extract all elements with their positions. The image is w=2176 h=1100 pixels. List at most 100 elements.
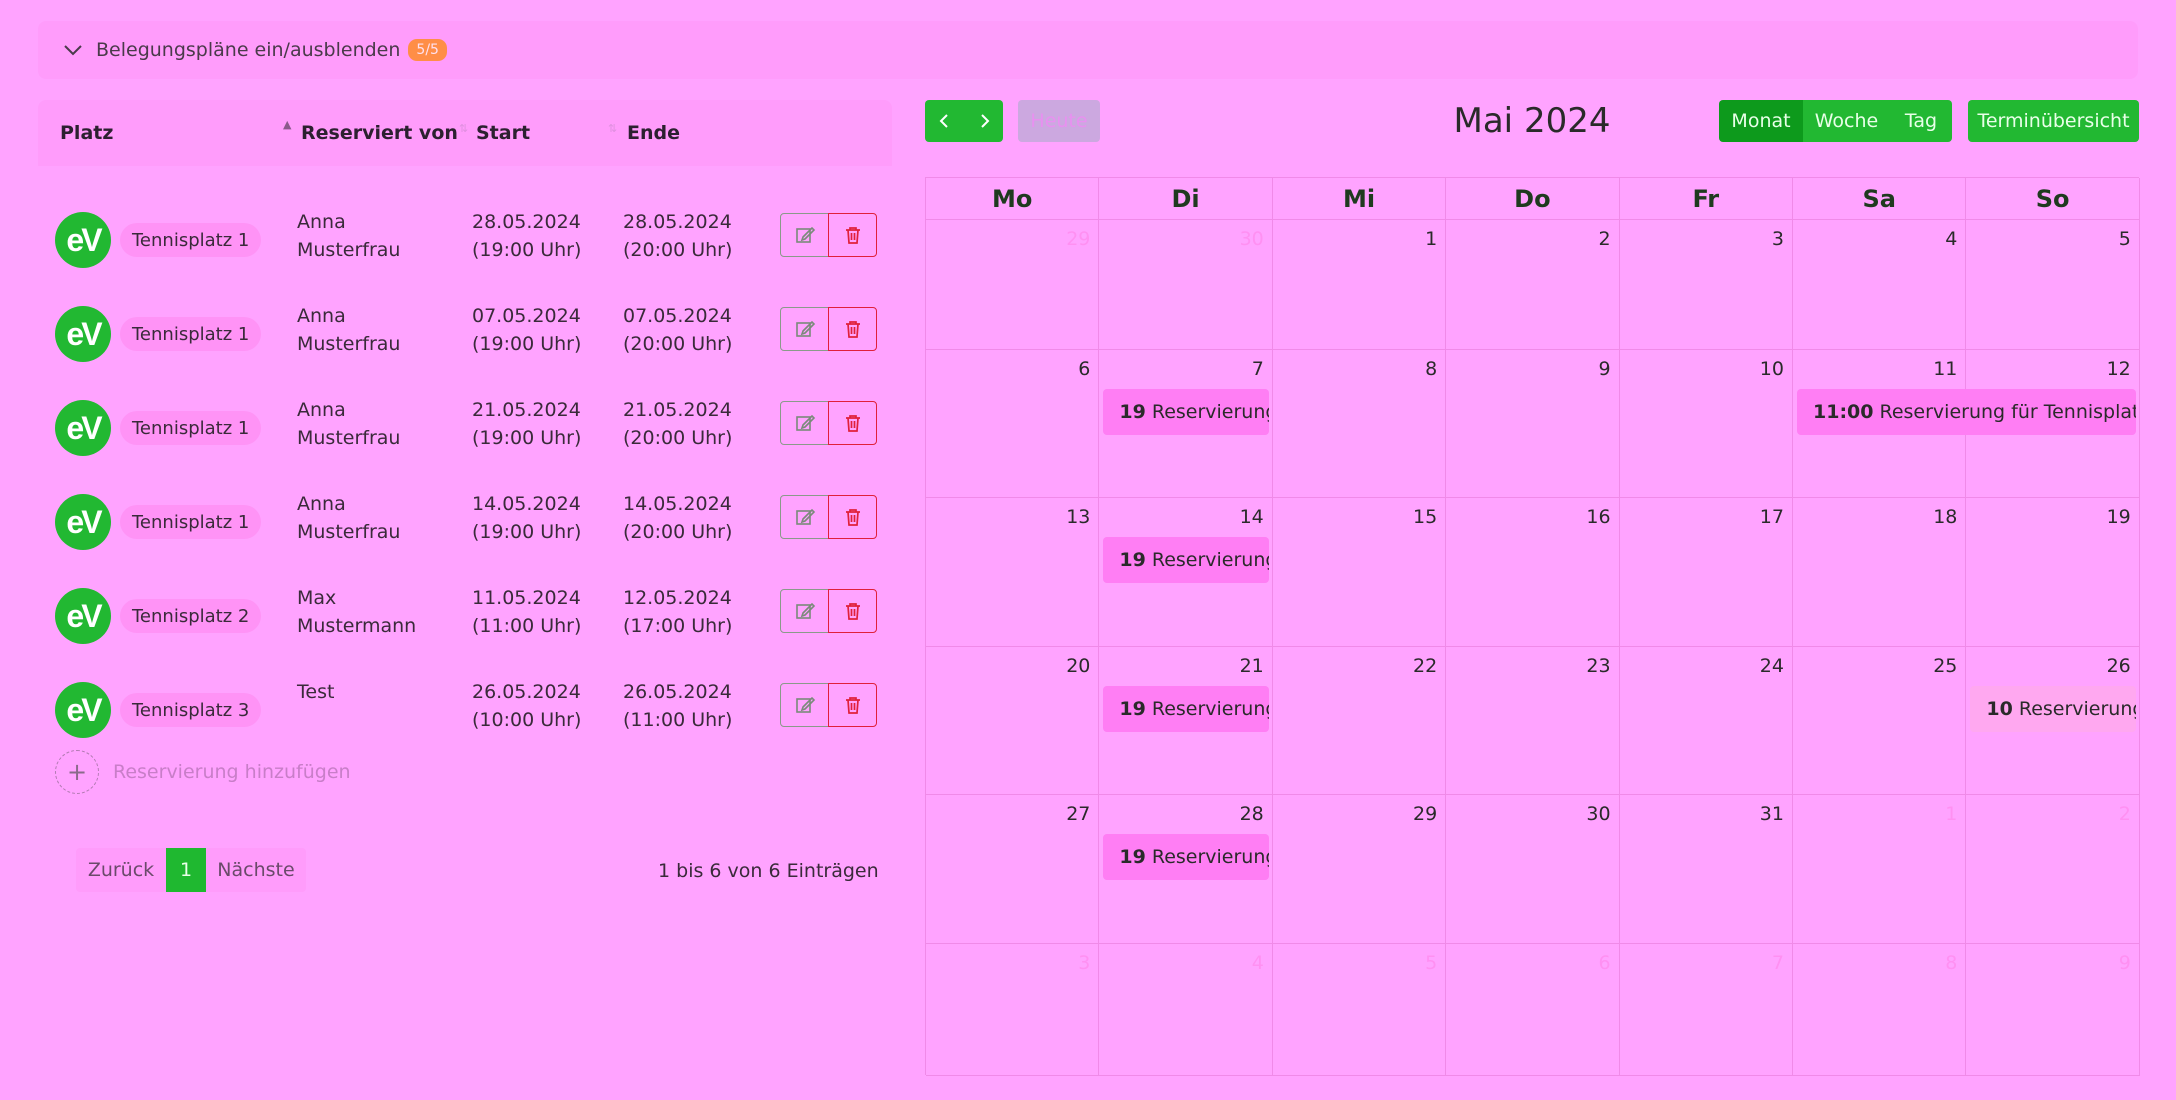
calendar-day[interactable]: 5 [1966, 220, 2140, 350]
calendar-event[interactable]: 19 Reservierung [1103, 686, 1269, 732]
day-number[interactable]: 31 [1760, 803, 1784, 825]
day-number[interactable]: 7 [1252, 358, 1264, 380]
calendar-event[interactable]: 19 Reservierung [1103, 834, 1269, 880]
pagination-page-1[interactable]: 1 [166, 848, 206, 892]
calendar-day[interactable]: 1 [1272, 220, 1447, 350]
calendar-day[interactable]: 20 [926, 647, 1100, 795]
day-number[interactable]: 16 [1586, 506, 1610, 528]
day-number[interactable]: 9 [2119, 952, 2131, 974]
next-month-button[interactable] [964, 100, 1003, 142]
calendar-day[interactable]: 27 [926, 795, 1100, 944]
view-week-button[interactable]: Woche [1803, 100, 1890, 142]
day-number[interactable]: 23 [1586, 655, 1610, 677]
view-day-button[interactable]: Tag [1890, 100, 1952, 142]
day-number[interactable]: 15 [1413, 506, 1437, 528]
day-number[interactable]: 30 [1240, 228, 1264, 250]
day-number[interactable]: 7 [1772, 952, 1784, 974]
calendar-event[interactable]: 11:00 Reservierung für Tennisplatz [1797, 389, 2136, 435]
day-number[interactable]: 2 [2119, 803, 2131, 825]
calendar-day[interactable]: 29 [1272, 795, 1447, 944]
header-ende[interactable]: Ende [627, 122, 680, 144]
day-number[interactable]: 29 [1413, 803, 1437, 825]
day-number[interactable]: 20 [1066, 655, 1090, 677]
prev-month-button[interactable] [925, 100, 964, 142]
pagination-next[interactable]: Nächste [206, 848, 306, 892]
today-button[interactable]: Heute [1018, 100, 1100, 142]
day-number[interactable]: 17 [1760, 506, 1784, 528]
day-number[interactable]: 6 [1598, 952, 1610, 974]
day-number[interactable]: 8 [1425, 358, 1437, 380]
calendar-day[interactable]: 8 [1793, 944, 1967, 1076]
day-number[interactable]: 13 [1066, 506, 1090, 528]
day-number[interactable]: 30 [1586, 803, 1610, 825]
add-reservation-button[interactable]: + Reservierung hinzufügen [55, 750, 351, 794]
calendar-day[interactable]: 23 [1446, 647, 1620, 795]
calendar-event[interactable]: 19 Reservierung [1103, 537, 1269, 583]
calendar-day[interactable]: 2 [1446, 220, 1620, 350]
view-month-button[interactable]: Monat [1719, 100, 1803, 142]
day-number[interactable]: 25 [1933, 655, 1957, 677]
pagination-prev[interactable]: Zurück [76, 848, 166, 892]
calendar-day[interactable]: 1 [1793, 795, 1967, 944]
calendar-day[interactable]: 5 [1272, 944, 1447, 1076]
day-number[interactable]: 19 [2107, 506, 2131, 528]
day-number[interactable]: 2 [1598, 228, 1610, 250]
day-number[interactable]: 4 [1945, 228, 1957, 250]
day-number[interactable]: 9 [1598, 358, 1610, 380]
calendar-day[interactable]: 10 [1619, 350, 1793, 498]
calendar-day[interactable]: 13 [926, 498, 1100, 647]
calendar-day[interactable]: 8 [1272, 350, 1447, 498]
calendar-day[interactable]: 4 [1793, 220, 1967, 350]
day-number[interactable]: 1 [1945, 803, 1957, 825]
day-number[interactable]: 27 [1066, 803, 1090, 825]
day-number[interactable]: 1 [1425, 228, 1437, 250]
day-number[interactable]: 3 [1772, 228, 1784, 250]
toggle-booking-plans[interactable]: Belegungspläne ein/ausblenden 5/5 [38, 21, 2138, 79]
calendar-day[interactable]: 2 [1966, 795, 2140, 944]
calendar-day[interactable]: 22 [1272, 647, 1447, 795]
day-number[interactable]: 21 [1240, 655, 1264, 677]
delete-button[interactable] [828, 401, 877, 445]
calendar-day[interactable]: 9 [1966, 944, 2140, 1076]
day-number[interactable]: 4 [1252, 952, 1264, 974]
day-number[interactable]: 5 [1425, 952, 1437, 974]
day-number[interactable]: 10 [1760, 358, 1784, 380]
day-number[interactable]: 26 [2107, 655, 2131, 677]
day-number[interactable]: 5 [2119, 228, 2131, 250]
day-number[interactable]: 11 [1933, 358, 1957, 380]
calendar-day[interactable]: 3 [1619, 220, 1793, 350]
calendar-day[interactable]: 30 [1446, 795, 1620, 944]
day-number[interactable]: 8 [1945, 952, 1957, 974]
calendar-day[interactable]: 30 [1099, 220, 1273, 350]
day-number[interactable]: 28 [1240, 803, 1264, 825]
appointment-overview-button[interactable]: Terminübersicht [1968, 100, 2139, 142]
day-number[interactable]: 6 [1078, 358, 1090, 380]
delete-button[interactable] [828, 307, 877, 351]
calendar-day[interactable]: 16 [1446, 498, 1620, 647]
edit-button[interactable] [780, 683, 829, 727]
calendar-day[interactable]: 9 [1446, 350, 1620, 498]
day-number[interactable]: 12 [2107, 358, 2131, 380]
calendar-day[interactable]: 24 [1619, 647, 1793, 795]
calendar-day[interactable]: 18 [1793, 498, 1967, 647]
day-number[interactable]: 22 [1413, 655, 1437, 677]
calendar-day[interactable]: 15 [1272, 498, 1447, 647]
header-start[interactable]: Start [476, 122, 530, 144]
header-reserviert-von[interactable]: Reserviert von [301, 122, 458, 144]
edit-button[interactable] [780, 401, 829, 445]
calendar-day[interactable]: 31 [1619, 795, 1793, 944]
calendar-day[interactable]: 29 [926, 220, 1100, 350]
calendar-day[interactable]: 25 [1793, 647, 1967, 795]
delete-button[interactable] [828, 683, 877, 727]
edit-button[interactable] [780, 307, 829, 351]
edit-button[interactable] [780, 495, 829, 539]
day-number[interactable]: 29 [1066, 228, 1090, 250]
calendar-event[interactable]: 10 Reservierung [1970, 686, 2136, 732]
edit-button[interactable] [780, 589, 829, 633]
calendar-day[interactable]: 19 [1966, 498, 2140, 647]
calendar-day[interactable]: 7 [1619, 944, 1793, 1076]
delete-button[interactable] [828, 495, 877, 539]
calendar-day[interactable]: 6 [1446, 944, 1620, 1076]
delete-button[interactable] [828, 589, 877, 633]
calendar-day[interactable]: 17 [1619, 498, 1793, 647]
